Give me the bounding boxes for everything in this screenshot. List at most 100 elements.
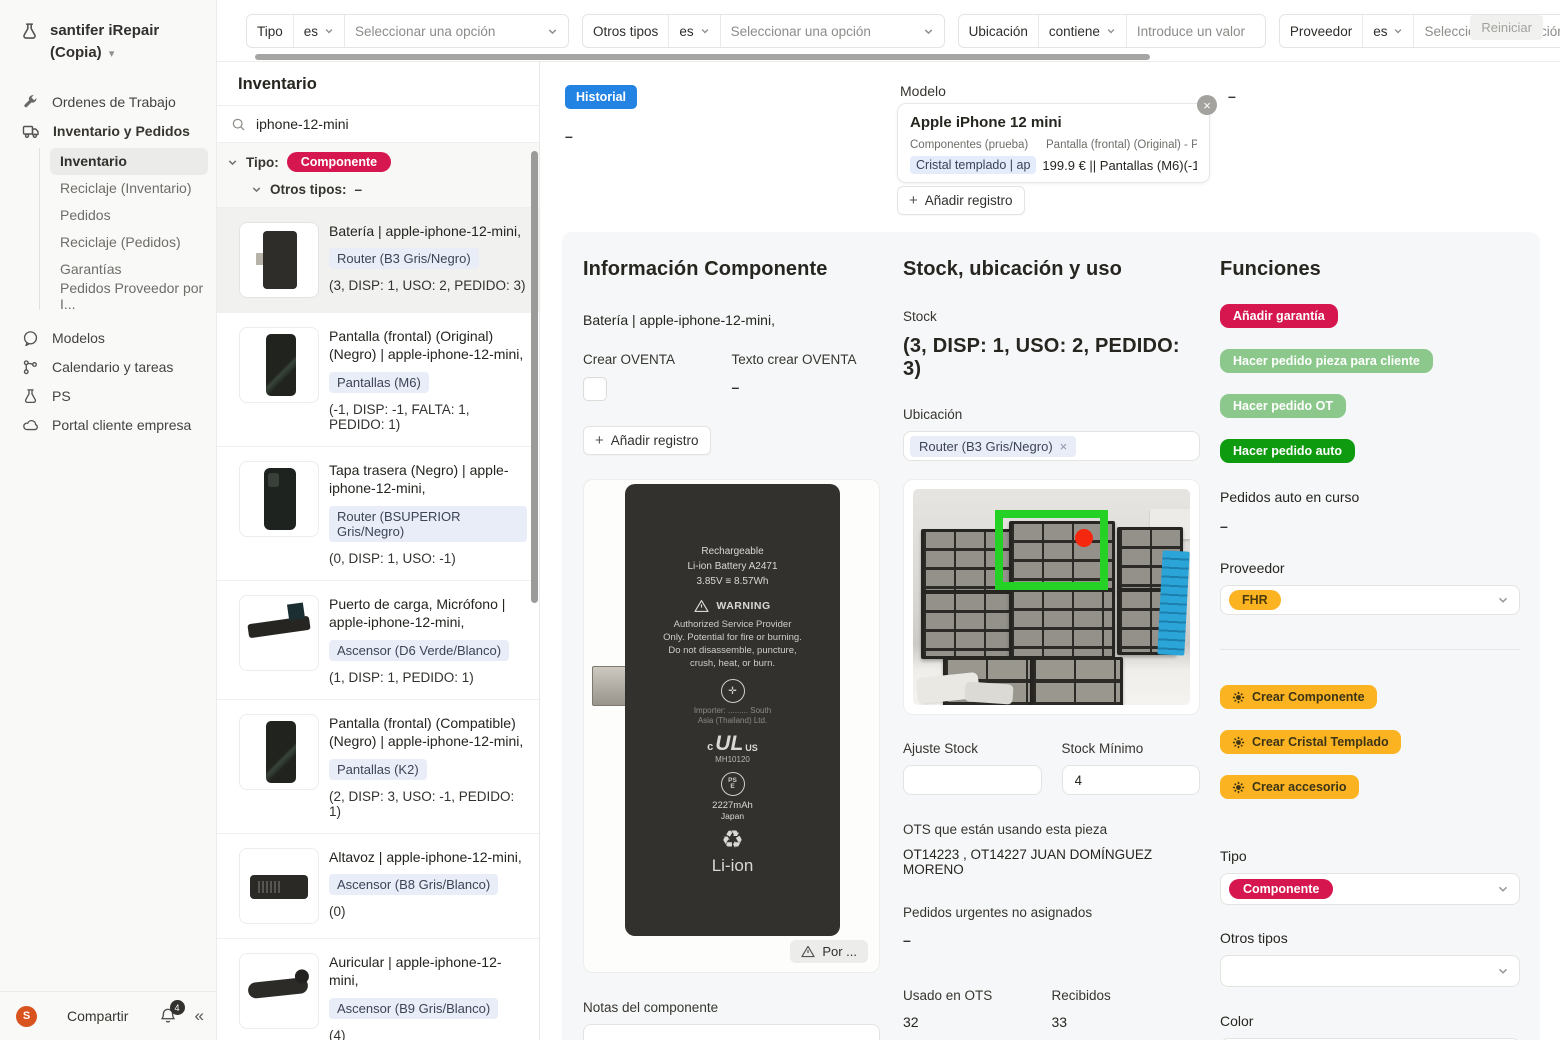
list-item[interactable]: Puerto de carga, Micrófono | apple-iphon… [217,581,539,700]
historial-button[interactable]: Historial [565,85,637,109]
filter-operator-dropdown[interactable]: es [669,15,720,47]
sidebar-item-reciclaje-pedidos[interactable]: Reciclaje (Pedidos) [50,229,208,256]
modelo-value: 199.9 € || Pantallas (M6)(-1, ... [1042,158,1197,173]
crear-accesorio-button[interactable]: Crear accesorio [1220,775,1359,799]
list-item[interactable]: Auricular | apple-iphone-12-mini, Ascens… [217,939,539,1040]
sidebar-item-inventario[interactable]: Inventario [50,148,208,175]
crear-oventa-checkbox[interactable] [583,377,607,401]
filter-value-dropdown[interactable]: Seleccionar una opción [345,15,568,47]
reset-filters-button[interactable]: Reiniciar [1470,15,1543,40]
plus-icon: + [909,192,918,209]
list-item[interactable]: Batería | apple-iphone-12-mini, Router (… [217,208,539,313]
chevron-down-icon[interactable] [251,184,262,195]
sidebar-item-pedidos[interactable]: Pedidos [50,202,208,229]
chevron-down-icon [700,26,710,36]
horizontal-scrollbar[interactable] [255,54,1150,60]
list-item[interactable]: Pantalla (frontal) (Compatible) (Negro) … [217,700,539,834]
ajuste-stock-input[interactable] [903,765,1042,795]
search-input[interactable] [254,115,488,133]
ubicacion-field[interactable]: Router (B3 Gris/Negro) × [903,431,1200,461]
por-button[interactable]: Por ... [790,940,868,963]
filter-value-input[interactable]: Introduce un valor [1127,15,1265,47]
chevron-down-icon [1106,26,1116,36]
list-item[interactable]: Altavoz | apple-iphone-12-mini, Ascensor… [217,834,539,939]
wrench-icon [22,94,39,111]
sidebar-item-portal-cliente[interactable]: Portal cliente empresa [8,411,208,440]
item-thumbnail [239,953,319,1029]
chevron-down-icon [1497,965,1509,977]
otros-tipos-label: Otros tipos [1220,930,1520,946]
ots-label: OTS que están usando esta pieza [903,822,1200,837]
close-icon[interactable]: × [1197,95,1217,115]
vertical-scrollbar[interactable] [531,151,538,603]
chevron-down-icon [1393,26,1403,36]
anadir-garantia-button[interactable]: Añadir garantía [1220,304,1338,328]
location-highlight-box [995,510,1108,590]
battery-text: Importer: ......... South [625,706,840,716]
tipo-select[interactable]: Componente [1220,873,1520,905]
sidebar-item-label: PS [52,388,71,404]
stock-column: Stock, ubicación y uso Stock (3, DISP: 1… [903,232,1200,1040]
battery-text: crush, heat, or burn. [625,657,840,670]
share-button[interactable]: Compartir [67,1008,128,1024]
item-location-tag: Ascensor (B8 Gris/Blanco) [329,874,498,895]
filter-group-otros-tipos: Otros tipos es Seleccionar una opción [582,14,945,48]
sidebar-item-ordenes[interactable]: Ordenes de Trabajo [8,88,208,117]
pedido-auto-button[interactable]: Hacer pedido auto [1220,439,1355,463]
item-location-tag: Ascensor (D6 Verde/Blanco) [329,640,509,661]
location-dot [1075,529,1093,547]
collapse-sidebar-icon[interactable]: « [195,1006,202,1026]
item-title: Altavoz | apple-iphone-12-mini, [329,848,522,866]
otros-tipos-value: – [355,182,363,197]
battery-image: Rechargeable Li-ion Battery A2471 3.85V … [625,484,840,936]
sidebar-item-ps[interactable]: PS [8,382,208,411]
proveedor-label: Proveedor [1220,560,1520,576]
sidebar-item-garantias[interactable]: Garantías [50,256,208,283]
sidebar-item-inventario-pedidos[interactable]: Inventario y Pedidos [8,117,208,146]
stock-minimo-input[interactable] [1062,765,1201,795]
filter-value-dropdown[interactable]: Seleccionar una opción [721,15,944,47]
component-name: Batería | apple-iphone-12-mini, [583,312,880,328]
stock-minimo-label: Stock Mínimo [1062,741,1201,756]
filter-operator-dropdown[interactable]: es [1363,15,1414,47]
item-title: Pantalla (frontal) (Compatible) (Negro) … [329,714,527,751]
recibidos-value: 33 [1052,1014,1201,1030]
pedido-pieza-cliente-button[interactable]: Hacer pedido pieza para cliente [1220,349,1433,373]
crear-componente-button[interactable]: Crear Componente [1220,685,1377,709]
battery-text: Asia (Thailand) Ltd. [625,716,840,726]
otros-tipos-label: Otros tipos: [270,182,347,197]
proveedor-tag: FHR [1229,590,1281,610]
sidebar-item-reciclaje-inventario[interactable]: Reciclaje (Inventario) [50,175,208,202]
list-item[interactable]: Pantalla (frontal) (Original) (Negro) | … [217,313,539,447]
pedido-ot-button[interactable]: Hacer pedido OT [1220,394,1346,418]
modelo-card[interactable]: Apple iPhone 12 mini Componentes (prueba… [897,103,1210,183]
empty-field-dash: – [1228,88,1236,104]
add-record-button[interactable]: + Añadir registro [897,186,1025,215]
avatar[interactable]: S [16,1006,37,1027]
info-componente-column: Información Componente Batería | apple-i… [583,232,880,1040]
remove-tag-icon[interactable]: × [1060,439,1068,454]
crear-cristal-templado-button[interactable]: Crear Cristal Templado [1220,730,1401,754]
gear-icon [1232,691,1245,704]
notifications-button[interactable]: 4 [159,1007,177,1025]
otros-tipos-select[interactable] [1220,955,1520,987]
list-item[interactable]: Tapa trasera (Negro) | apple-iphone-12-m… [217,447,539,581]
sidebar-item-modelos[interactable]: Modelos [8,324,208,353]
add-record-button[interactable]: + Añadir registro [583,426,711,455]
texto-oventa-label: Texto crear OVENTA [732,352,881,367]
notas-input[interactable] [583,1024,880,1040]
filter-operator-dropdown[interactable]: es [294,15,345,47]
location-photo-card [903,479,1200,715]
item-thumbnail [239,222,319,298]
tipo-componente-tag[interactable]: Componente [287,152,391,172]
chevron-down-icon[interactable] [227,157,238,168]
inventory-list-panel: Inventario Tipo: Componente Otros tipos:… [217,62,540,1040]
chevron-down-icon [547,26,558,37]
workspace-switcher[interactable]: santifer iRepair (Copia) ▾ [0,0,216,74]
sidebar-item-pedidos-proveedor[interactable]: Pedidos Proveedor por I... [50,283,208,310]
item-title: Puerto de carga, Micrófono | apple-iphon… [329,595,527,632]
proveedor-select[interactable]: FHR [1220,585,1520,615]
filter-operator-dropdown[interactable]: contiene [1039,15,1127,47]
modelo-label: Modelo [900,83,946,99]
sidebar-item-calendario[interactable]: Calendario y tareas [8,353,208,382]
